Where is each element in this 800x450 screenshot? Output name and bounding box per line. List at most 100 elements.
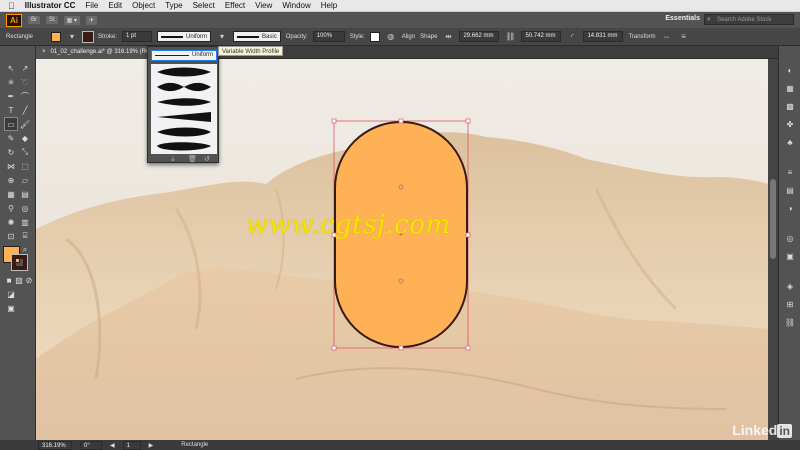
- pen-tool-icon[interactable]: ✒: [5, 90, 17, 102]
- line-tool-icon[interactable]: ╱: [19, 104, 31, 116]
- stroke-label[interactable]: Stroke:: [98, 34, 117, 40]
- gpu-performance-icon[interactable]: ✈: [86, 15, 98, 25]
- brush-definition-dropdown[interactable]: Basic: [233, 31, 281, 42]
- menu-window[interactable]: Window: [282, 1, 310, 10]
- swatches-icon[interactable]: ▩: [784, 100, 796, 112]
- color-panel-icon[interactable]: ◐: [784, 64, 796, 76]
- stroke-panel-icon[interactable]: ≡: [784, 166, 796, 178]
- arrange-documents-button[interactable]: ▦ ▾: [63, 15, 81, 25]
- direct-selection-tool-icon[interactable]: ↗: [19, 62, 31, 74]
- none-mode-icon[interactable]: ⊘: [23, 274, 35, 286]
- rotate-view-field[interactable]: 0°: [80, 440, 102, 450]
- artboards-icon[interactable]: ⊞: [784, 298, 796, 310]
- menu-type[interactable]: Type: [165, 1, 182, 10]
- profile-2[interactable]: [157, 82, 211, 92]
- width-profile-dropdown[interactable]: Uniform: [157, 31, 212, 42]
- screen-mode-icon[interactable]: ▣: [5, 302, 17, 314]
- gradient-icon[interactable]: ▤: [19, 188, 31, 200]
- mesh-icon[interactable]: ▦: [5, 188, 17, 200]
- app-name[interactable]: Illustrator CC: [25, 1, 76, 10]
- profile-3[interactable]: [157, 98, 211, 106]
- eraser-icon[interactable]: ◆: [19, 132, 31, 144]
- blend-icon[interactable]: ◎: [19, 202, 31, 214]
- apple-icon[interactable]: : [8, 1, 15, 11]
- opacity-field[interactable]: 100%: [312, 31, 345, 42]
- scale-icon[interactable]: ⤡: [19, 146, 31, 158]
- stroke-color-box[interactable]: [11, 254, 28, 271]
- paintbrush-icon[interactable]: 🖌: [19, 118, 31, 130]
- gradient-panel-icon[interactable]: ▤: [784, 184, 796, 196]
- menu-edit[interactable]: Edit: [108, 1, 122, 10]
- bridge-button[interactable]: Br: [28, 16, 40, 24]
- perspective-icon[interactable]: ▱: [19, 174, 31, 186]
- align-link[interactable]: Align: [402, 34, 415, 40]
- menu-help[interactable]: Help: [321, 1, 337, 10]
- type-tool-icon[interactable]: T: [5, 104, 17, 116]
- symbol-sprayer-icon[interactable]: ✺: [5, 216, 17, 228]
- menu-effect[interactable]: Effect: [225, 1, 245, 10]
- fill-swatch[interactable]: [51, 31, 61, 42]
- artboard-icon[interactable]: ⊡: [5, 230, 17, 242]
- eyedropper-icon[interactable]: ⚲: [5, 202, 17, 214]
- fill-dropdown-icon[interactable]: ▾: [66, 31, 78, 43]
- lasso-icon[interactable]: ➰: [19, 76, 31, 88]
- prev-artboard-icon[interactable]: ◀: [110, 442, 115, 449]
- selection-tool-icon[interactable]: ↖: [5, 62, 17, 74]
- profile-4[interactable]: [157, 112, 211, 122]
- shape-link[interactable]: Shape: [420, 34, 437, 40]
- tab-close-icon[interactable]: ×: [42, 46, 46, 59]
- panel-menu-icon[interactable]: ≡: [678, 31, 690, 43]
- rotate-icon[interactable]: ↻: [5, 146, 17, 158]
- transform-link[interactable]: Transform: [628, 34, 655, 40]
- graphic-styles-icon[interactable]: ▣: [784, 250, 796, 262]
- menu-select[interactable]: Select: [193, 1, 215, 10]
- menu-view[interactable]: View: [255, 1, 272, 10]
- rectangle-tool-icon[interactable]: ▭: [4, 117, 18, 131]
- stroke-swatch[interactable]: [82, 30, 94, 43]
- profile-5[interactable]: [157, 127, 211, 137]
- menu-object[interactable]: Object: [132, 1, 155, 10]
- zoom-field[interactable]: 316.19%: [38, 440, 72, 450]
- graphic-style-swatch[interactable]: [369, 31, 380, 42]
- transparency-icon[interactable]: ◑: [784, 202, 796, 214]
- pencil-icon[interactable]: ✎: [5, 132, 17, 144]
- magic-wand-icon[interactable]: ✳: [5, 76, 17, 88]
- width-field[interactable]: 29.662 mm: [459, 31, 500, 42]
- color-guide-icon[interactable]: ▦: [784, 82, 796, 94]
- reset-profiles-icon[interactable]: ↺: [204, 155, 210, 163]
- draw-mode-icon[interactable]: ◪: [5, 288, 17, 300]
- artboard-number-field[interactable]: 1: [122, 440, 141, 450]
- add-to-profiles-icon[interactable]: ⇣: [170, 155, 176, 163]
- flip-icon[interactable]: ⇔: [661, 31, 673, 43]
- menu-file[interactable]: File: [85, 1, 98, 10]
- artboard-canvas[interactable]: [36, 59, 768, 440]
- symbols-icon[interactable]: ♣: [784, 136, 796, 148]
- profile-6[interactable]: [157, 142, 211, 151]
- links-icon[interactable]: ⛓: [784, 316, 796, 328]
- profile-1[interactable]: [157, 67, 211, 77]
- profile-uniform-option[interactable]: Uniform: [151, 50, 217, 61]
- corner-radius-field[interactable]: 14.831 mm: [583, 31, 624, 42]
- workspace-switcher[interactable]: Essentials: [665, 15, 700, 22]
- adobe-stock-search[interactable]: ⌕ Search Adobe Stock: [704, 14, 794, 25]
- appearance-icon[interactable]: ◎: [784, 232, 796, 244]
- stock-button[interactable]: St: [46, 16, 58, 24]
- profile-chevron-icon[interactable]: ▾: [216, 31, 228, 43]
- free-transform-icon[interactable]: ⬚: [19, 160, 31, 172]
- next-artboard-icon[interactable]: ▶: [149, 442, 154, 449]
- brushes-icon[interactable]: ✤: [784, 118, 796, 130]
- layers-icon[interactable]: ◈: [784, 280, 796, 292]
- width-tool-icon[interactable]: ⋈: [5, 160, 17, 172]
- delete-profile-icon[interactable]: 🗑: [188, 155, 197, 163]
- link-dimensions-icon[interactable]: ⛓: [504, 31, 516, 43]
- shape-builder-icon[interactable]: ⊕: [5, 174, 17, 186]
- height-field[interactable]: 50.742 mm: [521, 31, 562, 42]
- opacity-label[interactable]: Opacity:: [286, 34, 308, 40]
- stroke-weight-field[interactable]: 1 pt: [122, 31, 153, 42]
- vertical-scrollbar[interactable]: [768, 59, 778, 440]
- recolor-icon[interactable]: ◍: [385, 31, 397, 43]
- scroll-thumb[interactable]: [770, 179, 776, 259]
- graph-icon[interactable]: ▥: [19, 216, 31, 228]
- slice-icon[interactable]: ⌸: [19, 230, 31, 242]
- curvature-icon[interactable]: ⌒: [19, 90, 31, 102]
